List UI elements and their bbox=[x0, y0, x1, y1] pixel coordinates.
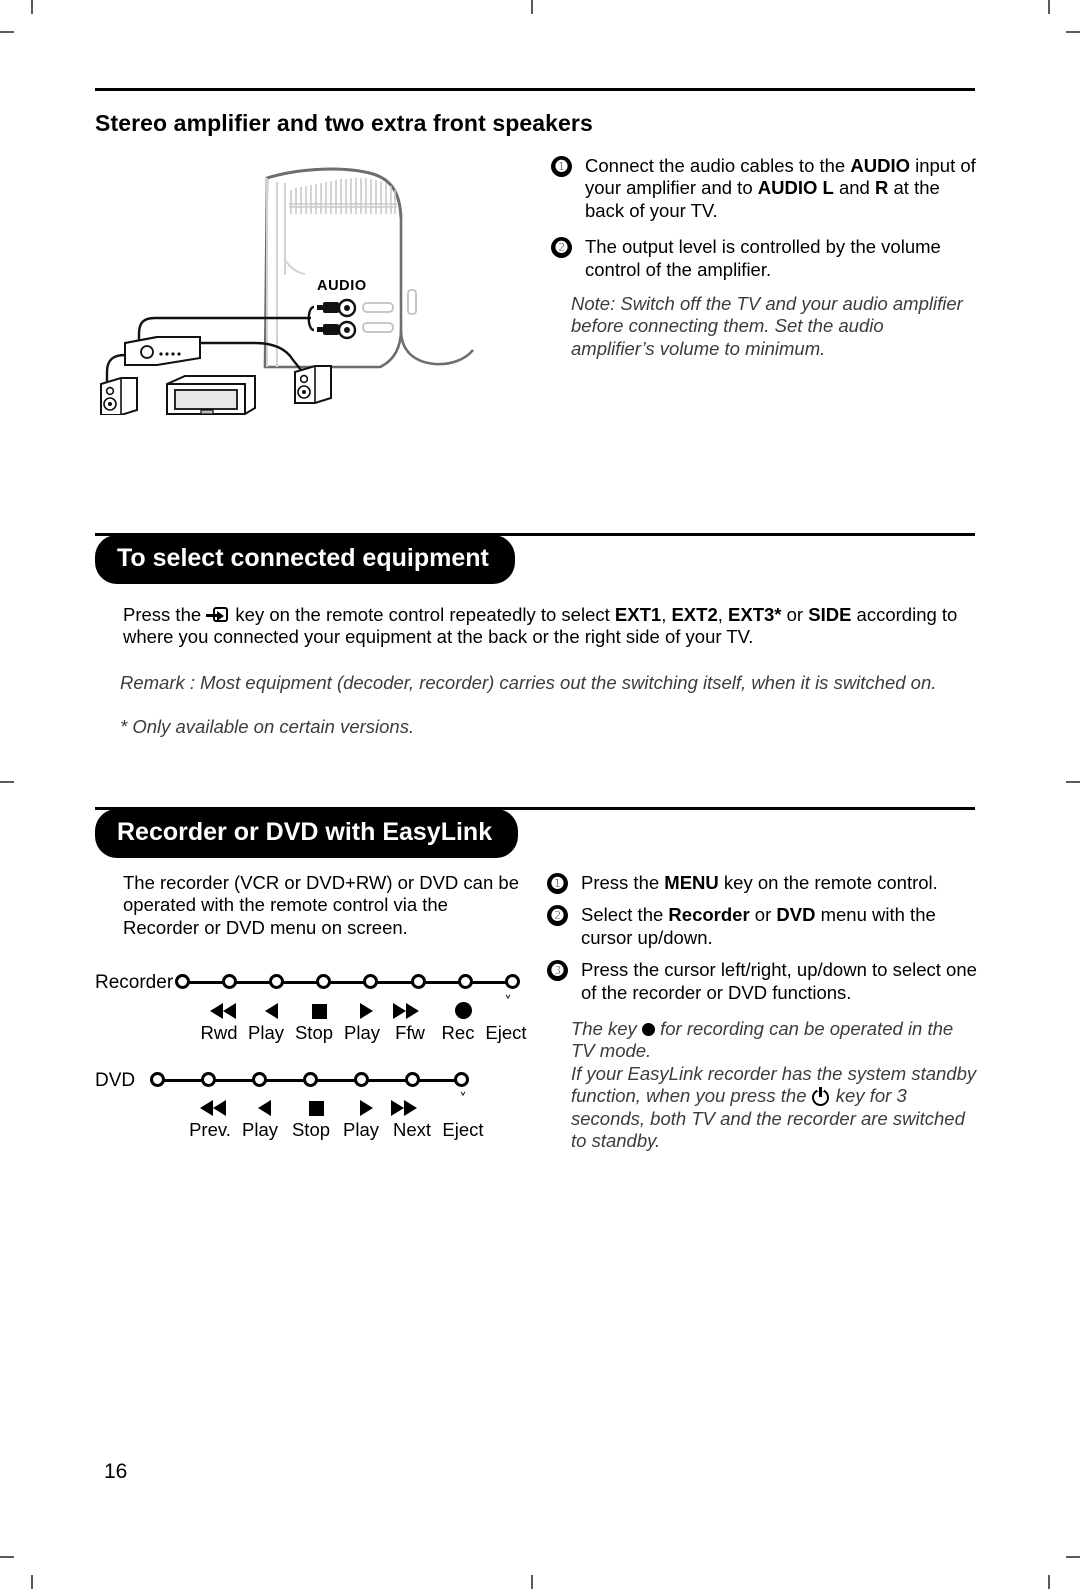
sep: , bbox=[661, 604, 672, 625]
play-icon bbox=[347, 1003, 387, 1020]
step-number-3: ➌ bbox=[547, 960, 568, 982]
dvd-node bbox=[150, 1072, 165, 1087]
recorder-node bbox=[222, 974, 237, 989]
page-number: 16 bbox=[104, 1460, 128, 1483]
eject-icon: ˅ bbox=[459, 1090, 467, 1108]
sep: or bbox=[781, 604, 809, 625]
recorder-node bbox=[269, 974, 284, 989]
section3-note-record: The key for recording can be operated in… bbox=[571, 1018, 981, 1063]
section1-steps: ➊ Connect the audio cables to the AUDIO … bbox=[551, 155, 976, 290]
dvd-node bbox=[303, 1072, 318, 1087]
section1-top-rule bbox=[95, 88, 975, 91]
recorder-node bbox=[363, 974, 378, 989]
manual-page: Stereo amplifier and two extra front spe… bbox=[0, 0, 1080, 1589]
step-number-1: ➊ bbox=[547, 873, 568, 894]
section3-heading: Recorder or DVD with EasyLink bbox=[95, 809, 519, 858]
list-item: ➊ Connect the audio cables to the AUDIO … bbox=[551, 155, 976, 222]
list-item: ➋ Select the Recorder or DVD menu with t… bbox=[547, 904, 977, 949]
function-label: Eject bbox=[485, 1022, 527, 1043]
step-number-2: ➋ bbox=[547, 905, 568, 927]
section2-remark: Remark : Most equipment (decoder, record… bbox=[120, 672, 937, 693]
step-number-1: ➊ bbox=[551, 156, 572, 177]
option-ext3: EXT3* bbox=[728, 604, 782, 625]
dvd-node bbox=[201, 1072, 216, 1087]
play-reverse-icon bbox=[245, 1100, 285, 1117]
note-record-pre: The key bbox=[571, 1018, 642, 1039]
function-label: Eject bbox=[442, 1119, 484, 1140]
option-side: SIDE bbox=[808, 604, 852, 625]
section3-note-standby: If your EasyLink recorder has the system… bbox=[571, 1063, 983, 1153]
section2-heading: To select connected equipment bbox=[95, 535, 515, 584]
step-3-text: Press the cursor left/right, up/down to … bbox=[581, 959, 977, 1003]
easylink-function-diagram: Recorder ˅ Rwd Play Stop Play Ffw Rec Ej… bbox=[95, 960, 545, 1150]
section2-body-pre: Press the bbox=[123, 604, 207, 625]
recorder-node bbox=[505, 974, 520, 989]
section2-body-mid: key on the remote control repeatedly to … bbox=[230, 604, 615, 625]
section3-intro: The recorder (VCR or DVD+RW) or DVD can … bbox=[123, 872, 519, 938]
step-1-text: Press the MENU key on the remote control… bbox=[581, 872, 938, 893]
recorder-track bbox=[175, 974, 520, 989]
play-icon bbox=[347, 1100, 387, 1117]
section2-footnote: * Only available on certain versions. bbox=[120, 716, 415, 737]
dvd-node bbox=[354, 1072, 369, 1087]
dvd-node bbox=[252, 1072, 267, 1087]
rewind-icon bbox=[205, 1003, 245, 1020]
stop-icon bbox=[296, 1101, 336, 1116]
diagram-row-label-dvd: DVD bbox=[95, 1070, 136, 1091]
fast-forward-icon bbox=[388, 1003, 428, 1020]
note-standby-pre: If your EasyLink recorder has the system… bbox=[571, 1063, 977, 1107]
dvd-node bbox=[454, 1072, 469, 1087]
record-dot-icon bbox=[641, 1023, 655, 1036]
recorder-node bbox=[175, 974, 190, 989]
stop-icon bbox=[299, 1004, 339, 1019]
play-reverse-icon bbox=[252, 1003, 292, 1020]
list-item: ➋ The output level is controlled by the … bbox=[551, 236, 976, 281]
section1-note: Note: Switch off the TV and your audio a… bbox=[571, 293, 963, 359]
source-select-key-icon bbox=[206, 607, 230, 624]
list-item: ➊ Press the MENU key on the remote contr… bbox=[547, 872, 977, 894]
tv-rear-audio-connection-illustration: AUDIO bbox=[95, 160, 495, 416]
section2-body: Press the key on the remote control repe… bbox=[123, 604, 973, 649]
power-standby-icon bbox=[811, 1087, 831, 1107]
diagram-row-label-recorder: Recorder bbox=[95, 972, 174, 993]
step-number-2: ➋ bbox=[551, 237, 572, 259]
step-2-text: The output level is controlled by the vo… bbox=[585, 236, 941, 280]
eject-icon: ˅ bbox=[504, 993, 512, 1011]
section3-steps: ➊ Press the MENU key on the remote contr… bbox=[547, 872, 977, 1013]
recorder-node bbox=[316, 974, 331, 989]
audio-connector-label: AUDIO bbox=[317, 278, 367, 294]
recorder-node bbox=[458, 974, 473, 989]
record-icon bbox=[443, 1002, 483, 1019]
recorder-node bbox=[411, 974, 426, 989]
next-icon bbox=[386, 1100, 426, 1117]
option-ext2: EXT2 bbox=[671, 604, 718, 625]
section1-heading: Stereo amplifier and two extra front spe… bbox=[95, 110, 593, 136]
option-ext1: EXT1 bbox=[614, 604, 662, 625]
dvd-track bbox=[150, 1072, 520, 1087]
list-item: ➌ Press the cursor left/right, up/down t… bbox=[547, 959, 977, 1004]
step-1-text: Connect the audio cables to the AUDIO in… bbox=[585, 155, 976, 221]
dvd-node bbox=[405, 1072, 420, 1087]
step-2-text: Select the Recorder or DVD menu with the… bbox=[581, 904, 936, 948]
sep: , bbox=[717, 604, 729, 625]
previous-icon bbox=[195, 1100, 235, 1117]
